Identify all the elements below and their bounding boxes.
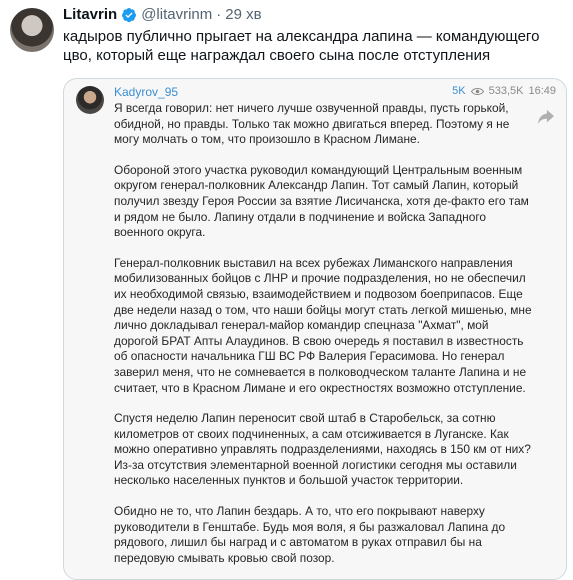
verified-icon [122, 8, 137, 23]
embedded-telegram-post[interactable]: Kadyrov_95 5K 533,5K 16:49 Я всегда гово… [63, 78, 567, 580]
tweet: Litavrin @litavrinm · 29 хв кадыров публ… [0, 0, 573, 580]
post-meta: 5K 533,5K 16:49 [452, 85, 556, 97]
post-paragraph: Обороной этого участка руководил команду… [114, 162, 529, 240]
likes-count: 5K [452, 85, 466, 97]
share-icon[interactable] [537, 109, 555, 125]
post-paragraph: Обидно не то, что Лапин бездарь. А то, ч… [114, 504, 506, 565]
tweet-header: Litavrin @litavrinm · 29 хв [63, 6, 262, 24]
post-paragraph: Генерал-полковник выставил на всех рубеж… [114, 255, 532, 395]
separator-dot: · [216, 6, 222, 23]
eye-icon [470, 87, 484, 95]
views-count: 533,5K [488, 85, 524, 97]
post-paragraph: Я всегда говорил: нет ничего лучше озвуч… [114, 101, 510, 147]
post-body: Я всегда говорил: нет ничего лучше озвуч… [114, 101, 534, 579]
channel-avatar [76, 86, 104, 114]
author-avatar[interactable] [10, 8, 54, 52]
channel-name: Kadyrov_95 [114, 85, 179, 99]
tweet-text: кадыров публично прыгает на александра л… [63, 28, 540, 64]
post-paragraph: Спустя неделю Лапин переносит свой штаб … [114, 411, 531, 488]
tweet-time[interactable]: 29 хв [225, 6, 261, 24]
author-name[interactable]: Litavrin [63, 6, 117, 24]
post-time: 16:49 [528, 85, 556, 97]
author-handle[interactable]: @litavrinm [141, 6, 212, 24]
